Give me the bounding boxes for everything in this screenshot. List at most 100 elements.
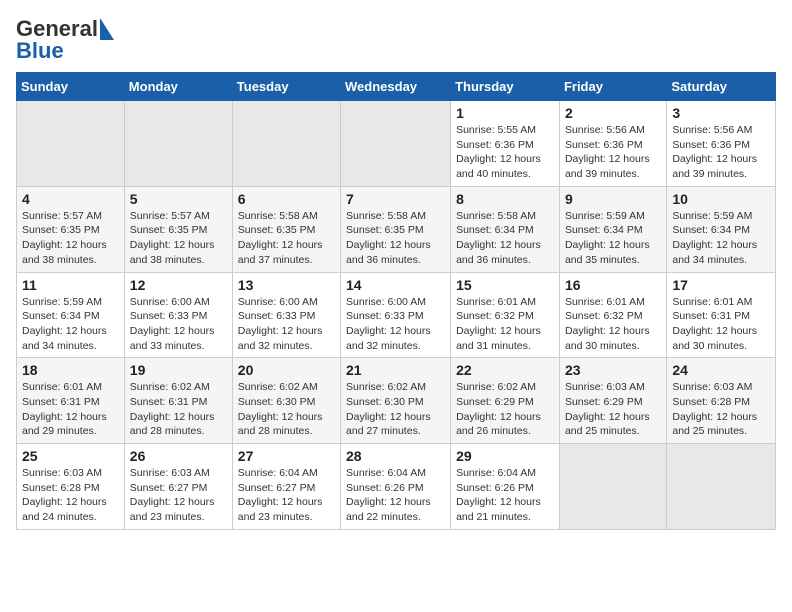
logo-blue: Blue — [16, 38, 64, 64]
day-info: Sunrise: 6:03 AM Sunset: 6:28 PM Dayligh… — [672, 380, 770, 439]
week-row-1: 1 Sunrise: 5:55 AM Sunset: 6:36 PM Daylig… — [17, 101, 776, 187]
day-info: Sunrise: 6:01 AM Sunset: 6:31 PM Dayligh… — [22, 380, 119, 439]
day-cell: 17Sunrise: 6:01 AM Sunset: 6:31 PM Dayli… — [667, 272, 776, 358]
day-info: Sunrise: 6:03 AM Sunset: 6:27 PM Dayligh… — [130, 466, 227, 525]
day-info: Sunrise: 6:00 AM Sunset: 6:33 PM Dayligh… — [346, 295, 445, 354]
day-cell: 16 Sunrise: 6:01 AM Sunset: 6:32 PM Dayli… — [559, 272, 666, 358]
day-number: 25 — [22, 448, 119, 464]
day-cell: 2 Sunrise: 5:56 AM Sunset: 6:36 PM Daylig… — [559, 101, 666, 187]
header-cell-monday: Monday — [124, 73, 232, 101]
day-number: 22 — [456, 362, 554, 378]
day-cell: 22 Sunrise: 6:02 AM Sunset: 6:29 PM Dayli… — [451, 358, 560, 444]
day-number: 8 — [456, 191, 554, 207]
day-info: Sunrise: 6:03 AM Sunset: 6:28 PM Dayligh… — [22, 466, 119, 525]
day-info: Sunrise: 5:59 AM Sunset: 6:34 PM Dayligh… — [22, 295, 119, 354]
day-info: Sunrise: 5:55 AM Sunset: 6:36 PM Dayligh… — [456, 123, 554, 182]
day-number: 9 — [565, 191, 661, 207]
logo: General Blue — [16, 16, 114, 64]
day-number: 12 — [130, 277, 227, 293]
day-cell: 14 Sunrise: 6:00 AM Sunset: 6:33 PM Dayli… — [341, 272, 451, 358]
day-number: 3 — [672, 105, 770, 121]
day-cell: 3 Sunrise: 5:56 AM Sunset: 6:36 PM Daylig… — [667, 101, 776, 187]
week-row-4: 18 Sunrise: 6:01 AM Sunset: 6:31 PM Dayli… — [17, 358, 776, 444]
day-number: 16 — [565, 277, 661, 293]
day-cell: 11 Sunrise: 5:59 AM Sunset: 6:34 PM Dayli… — [17, 272, 125, 358]
week-row-5: 25 Sunrise: 6:03 AM Sunset: 6:28 PM Dayli… — [17, 444, 776, 530]
day-number: 14 — [346, 277, 445, 293]
day-info: Sunrise: 5:58 AM Sunset: 6:35 PM Dayligh… — [238, 209, 335, 268]
day-info: Sunrise: 6:03 AM Sunset: 6:29 PM Dayligh… — [565, 380, 661, 439]
day-cell — [341, 101, 451, 187]
day-number: 20 — [238, 362, 335, 378]
day-info: Sunrise: 6:04 AM Sunset: 6:26 PM Dayligh… — [346, 466, 445, 525]
day-number: 5 — [130, 191, 227, 207]
day-info: Sunrise: 5:59 AM Sunset: 6:34 PM Dayligh… — [672, 209, 770, 268]
day-info: Sunrise: 6:02 AM Sunset: 6:30 PM Dayligh… — [346, 380, 445, 439]
day-info: Sunrise: 6:04 AM Sunset: 6:26 PM Dayligh… — [456, 466, 554, 525]
day-cell: 6 Sunrise: 5:58 AM Sunset: 6:35 PM Daylig… — [232, 186, 340, 272]
header-cell-friday: Friday — [559, 73, 666, 101]
day-info: Sunrise: 6:01 AM Sunset: 6:31 PM Dayligh… — [672, 295, 770, 354]
day-number: 21 — [346, 362, 445, 378]
day-number: 10 — [672, 191, 770, 207]
day-number: 28 — [346, 448, 445, 464]
header-cell-thursday: Thursday — [451, 73, 560, 101]
day-cell: 8 Sunrise: 5:58 AM Sunset: 6:34 PM Daylig… — [451, 186, 560, 272]
header-row: SundayMondayTuesdayWednesdayThursdayFrid… — [17, 73, 776, 101]
day-number: 1 — [456, 105, 554, 121]
day-cell: 28 Sunrise: 6:04 AM Sunset: 6:26 PM Dayli… — [341, 444, 451, 530]
day-number: 24 — [672, 362, 770, 378]
day-cell: 26 Sunrise: 6:03 AM Sunset: 6:27 PM Dayli… — [124, 444, 232, 530]
day-cell: 19 Sunrise: 6:02 AM Sunset: 6:31 PM Dayli… — [124, 358, 232, 444]
day-cell: 10 Sunrise: 5:59 AM Sunset: 6:34 PM Dayli… — [667, 186, 776, 272]
day-number: 2 — [565, 105, 661, 121]
day-cell — [667, 444, 776, 530]
day-info: Sunrise: 5:56 AM Sunset: 6:36 PM Dayligh… — [672, 123, 770, 182]
day-number: 15 — [456, 277, 554, 293]
day-cell: 12 Sunrise: 6:00 AM Sunset: 6:33 PM Dayli… — [124, 272, 232, 358]
day-info: Sunrise: 6:01 AM Sunset: 6:32 PM Dayligh… — [565, 295, 661, 354]
day-number: 11 — [22, 277, 119, 293]
day-cell: 1 Sunrise: 5:55 AM Sunset: 6:36 PM Daylig… — [451, 101, 560, 187]
day-info: Sunrise: 5:56 AM Sunset: 6:36 PM Dayligh… — [565, 123, 661, 182]
day-number: 23 — [565, 362, 661, 378]
day-cell — [17, 101, 125, 187]
header-cell-wednesday: Wednesday — [341, 73, 451, 101]
day-cell — [559, 444, 666, 530]
day-cell — [124, 101, 232, 187]
calendar-table: SundayMondayTuesdayWednesdayThursdayFrid… — [16, 72, 776, 530]
day-info: Sunrise: 6:00 AM Sunset: 6:33 PM Dayligh… — [238, 295, 335, 354]
day-cell: 29 Sunrise: 6:04 AM Sunset: 6:26 PM Dayli… — [451, 444, 560, 530]
day-number: 27 — [238, 448, 335, 464]
day-cell: 18 Sunrise: 6:01 AM Sunset: 6:31 PM Dayli… — [17, 358, 125, 444]
day-number: 7 — [346, 191, 445, 207]
day-info: Sunrise: 5:58 AM Sunset: 6:35 PM Dayligh… — [346, 209, 445, 268]
day-number: 19 — [130, 362, 227, 378]
day-number: 13 — [238, 277, 335, 293]
day-info: Sunrise: 6:04 AM Sunset: 6:27 PM Dayligh… — [238, 466, 335, 525]
day-number: 26 — [130, 448, 227, 464]
week-row-3: 11 Sunrise: 5:59 AM Sunset: 6:34 PM Dayli… — [17, 272, 776, 358]
day-info: Sunrise: 5:57 AM Sunset: 6:35 PM Dayligh… — [130, 209, 227, 268]
day-info: Sunrise: 6:02 AM Sunset: 6:31 PM Dayligh… — [130, 380, 227, 439]
day-cell: 25 Sunrise: 6:03 AM Sunset: 6:28 PM Dayli… — [17, 444, 125, 530]
day-number: 6 — [238, 191, 335, 207]
day-cell: 23 Sunrise: 6:03 AM Sunset: 6:29 PM Dayli… — [559, 358, 666, 444]
day-cell: 4Sunrise: 5:57 AM Sunset: 6:35 PM Daylig… — [17, 186, 125, 272]
day-cell: 24 Sunrise: 6:03 AM Sunset: 6:28 PM Dayli… — [667, 358, 776, 444]
day-info: Sunrise: 6:00 AM Sunset: 6:33 PM Dayligh… — [130, 295, 227, 354]
header-cell-sunday: Sunday — [17, 73, 125, 101]
day-info: Sunrise: 5:57 AM Sunset: 6:35 PM Dayligh… — [22, 209, 119, 268]
day-info: Sunrise: 5:58 AM Sunset: 6:34 PM Dayligh… — [456, 209, 554, 268]
page-header: General Blue — [16, 16, 776, 64]
day-cell: 13 Sunrise: 6:00 AM Sunset: 6:33 PM Dayli… — [232, 272, 340, 358]
day-number: 29 — [456, 448, 554, 464]
day-cell — [232, 101, 340, 187]
day-cell: 27 Sunrise: 6:04 AM Sunset: 6:27 PM Dayli… — [232, 444, 340, 530]
day-info: Sunrise: 5:59 AM Sunset: 6:34 PM Dayligh… — [565, 209, 661, 268]
day-info: Sunrise: 6:02 AM Sunset: 6:30 PM Dayligh… — [238, 380, 335, 439]
day-info: Sunrise: 6:02 AM Sunset: 6:29 PM Dayligh… — [456, 380, 554, 439]
day-info: Sunrise: 6:01 AM Sunset: 6:32 PM Dayligh… — [456, 295, 554, 354]
day-number: 18 — [22, 362, 119, 378]
week-row-2: 4Sunrise: 5:57 AM Sunset: 6:35 PM Daylig… — [17, 186, 776, 272]
